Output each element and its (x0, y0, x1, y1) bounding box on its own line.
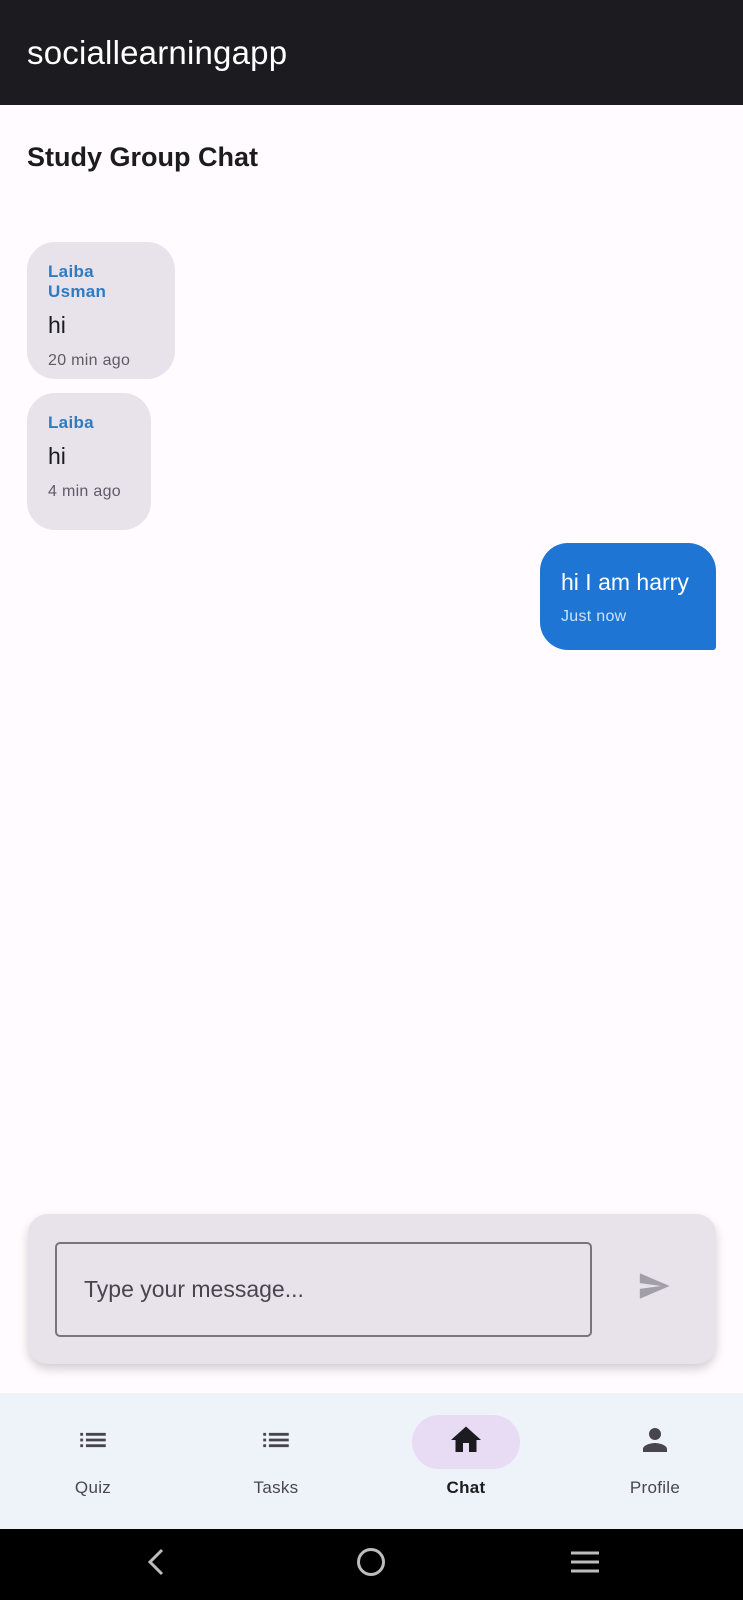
menu-icon (569, 1550, 601, 1579)
system-home-button[interactable] (331, 1529, 411, 1600)
list-icon (259, 1423, 293, 1462)
person-icon (637, 1422, 673, 1463)
message-bubble-incoming: Laiba Usman hi 20 min ago (27, 242, 175, 379)
back-icon (144, 1547, 168, 1582)
bottom-navigation: Quiz Tasks Chat Profile (0, 1393, 743, 1529)
home-icon (448, 1422, 484, 1463)
system-back-button[interactable] (116, 1529, 196, 1600)
tab-profile[interactable]: Profile (562, 1393, 743, 1529)
send-icon (635, 1269, 673, 1308)
tab-chat[interactable]: Chat (373, 1393, 559, 1529)
message-timestamp: 4 min ago (48, 483, 121, 500)
tab-quiz[interactable]: Quiz (0, 1393, 186, 1529)
app-bar: sociallearningapp (0, 0, 743, 105)
home-circle-icon (355, 1546, 387, 1583)
message-text: hi (48, 443, 66, 469)
send-button[interactable] (624, 1258, 684, 1318)
app-title: sociallearningapp (27, 33, 288, 71)
message-composer (28, 1214, 716, 1364)
message-sender: Laiba Usman (48, 262, 107, 301)
tab-label: Tasks (253, 1478, 299, 1497)
page-title: Study Group Chat (27, 142, 258, 172)
message-sender: Laiba (48, 413, 94, 432)
message-text: hi (48, 312, 66, 338)
message-bubble-outgoing: hi I am harry Just now (540, 543, 716, 650)
tab-label: Quiz (74, 1478, 112, 1497)
message-bubble-incoming: Laiba hi 4 min ago (27, 393, 151, 530)
tab-label: Chat (446, 1478, 486, 1497)
message-text: hi I am harry (561, 569, 689, 595)
tab-tasks[interactable]: Tasks (183, 1393, 369, 1529)
message-timestamp: 20 min ago (48, 352, 131, 369)
message-timestamp: Just now (561, 608, 627, 625)
system-navigation-bar (0, 1529, 743, 1600)
system-recents-button[interactable] (545, 1529, 625, 1600)
message-input[interactable] (55, 1242, 592, 1337)
list-icon (76, 1423, 110, 1462)
tab-label: Profile (629, 1478, 681, 1497)
